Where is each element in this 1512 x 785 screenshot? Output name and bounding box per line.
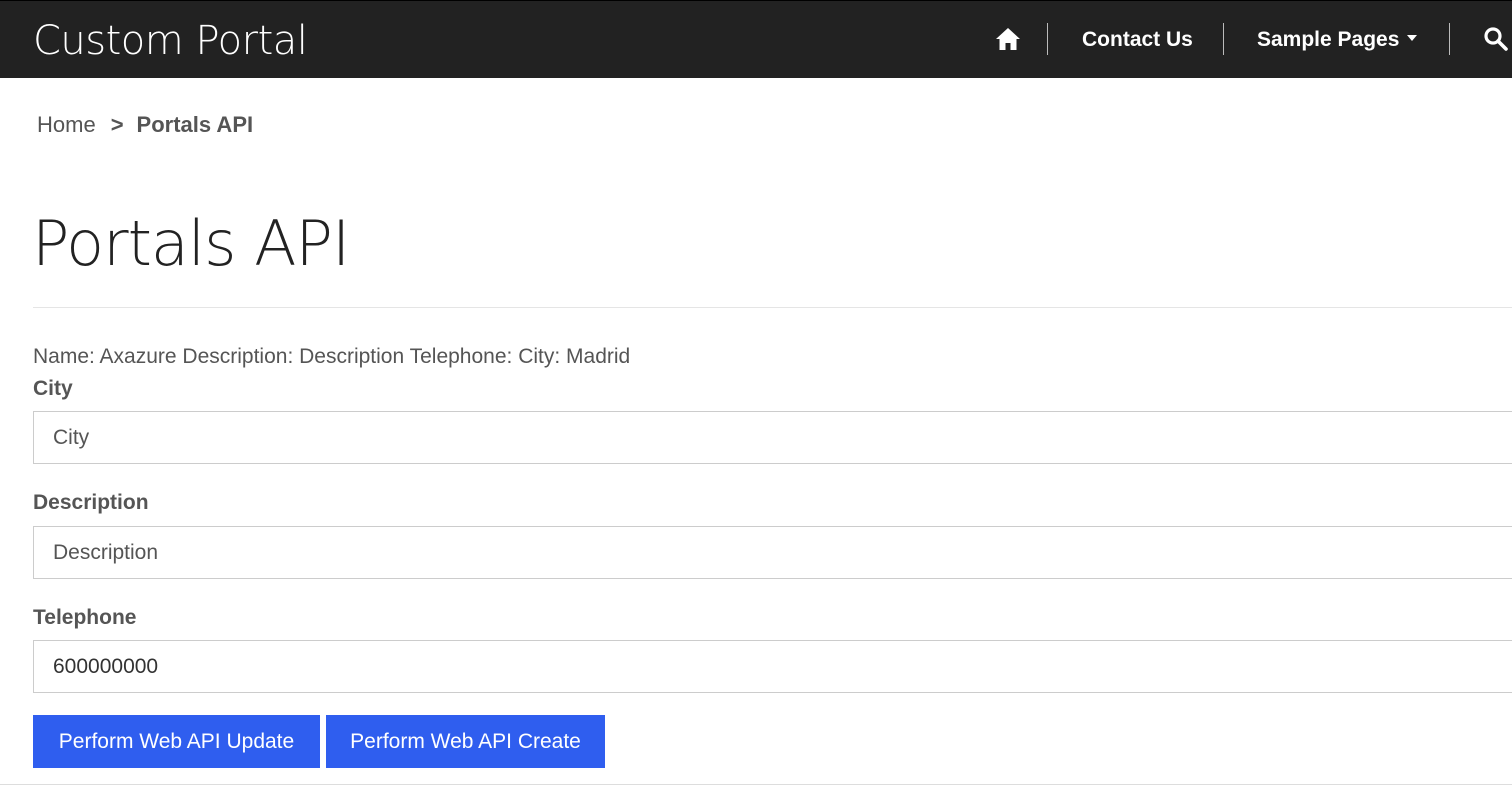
breadcrumb-home-link[interactable]: Home xyxy=(37,112,96,137)
web-api-create-button[interactable]: Perform Web API Create xyxy=(326,715,605,768)
description-label: Description xyxy=(33,491,149,514)
brand-logo[interactable]: Custom Portal xyxy=(33,15,308,67)
telephone-label: Telephone xyxy=(33,606,137,629)
record-summary: Name: Axazure Description: Description T… xyxy=(33,345,631,368)
breadcrumb-separator: > xyxy=(110,112,124,137)
nav-divider xyxy=(1223,23,1224,55)
top-navbar: Custom Portal Contact Us Sample Pages xyxy=(0,0,1512,78)
city-input[interactable] xyxy=(33,411,1512,464)
telephone-input[interactable] xyxy=(33,640,1512,693)
description-input[interactable] xyxy=(33,526,1512,579)
web-api-update-button[interactable]: Perform Web API Update xyxy=(33,715,320,768)
breadcrumb-current: Portals API xyxy=(136,112,254,137)
home-icon[interactable] xyxy=(994,25,1022,53)
nav-link-label: Sample Pages xyxy=(1257,28,1400,51)
nav-link-sample-pages[interactable]: Sample Pages xyxy=(1257,25,1418,55)
nav-divider xyxy=(1449,23,1450,55)
nav-link-label: Contact Us xyxy=(1082,28,1193,51)
city-label: City xyxy=(33,377,73,400)
breadcrumb: Home > Portals API xyxy=(37,110,253,140)
search-icon[interactable] xyxy=(1482,25,1510,53)
page-title: Portals API xyxy=(32,207,350,280)
nav-link-contact-us[interactable]: Contact Us xyxy=(1082,25,1193,55)
caret-down-icon xyxy=(1407,35,1418,42)
nav-divider xyxy=(1047,23,1048,55)
title-divider xyxy=(33,307,1512,308)
